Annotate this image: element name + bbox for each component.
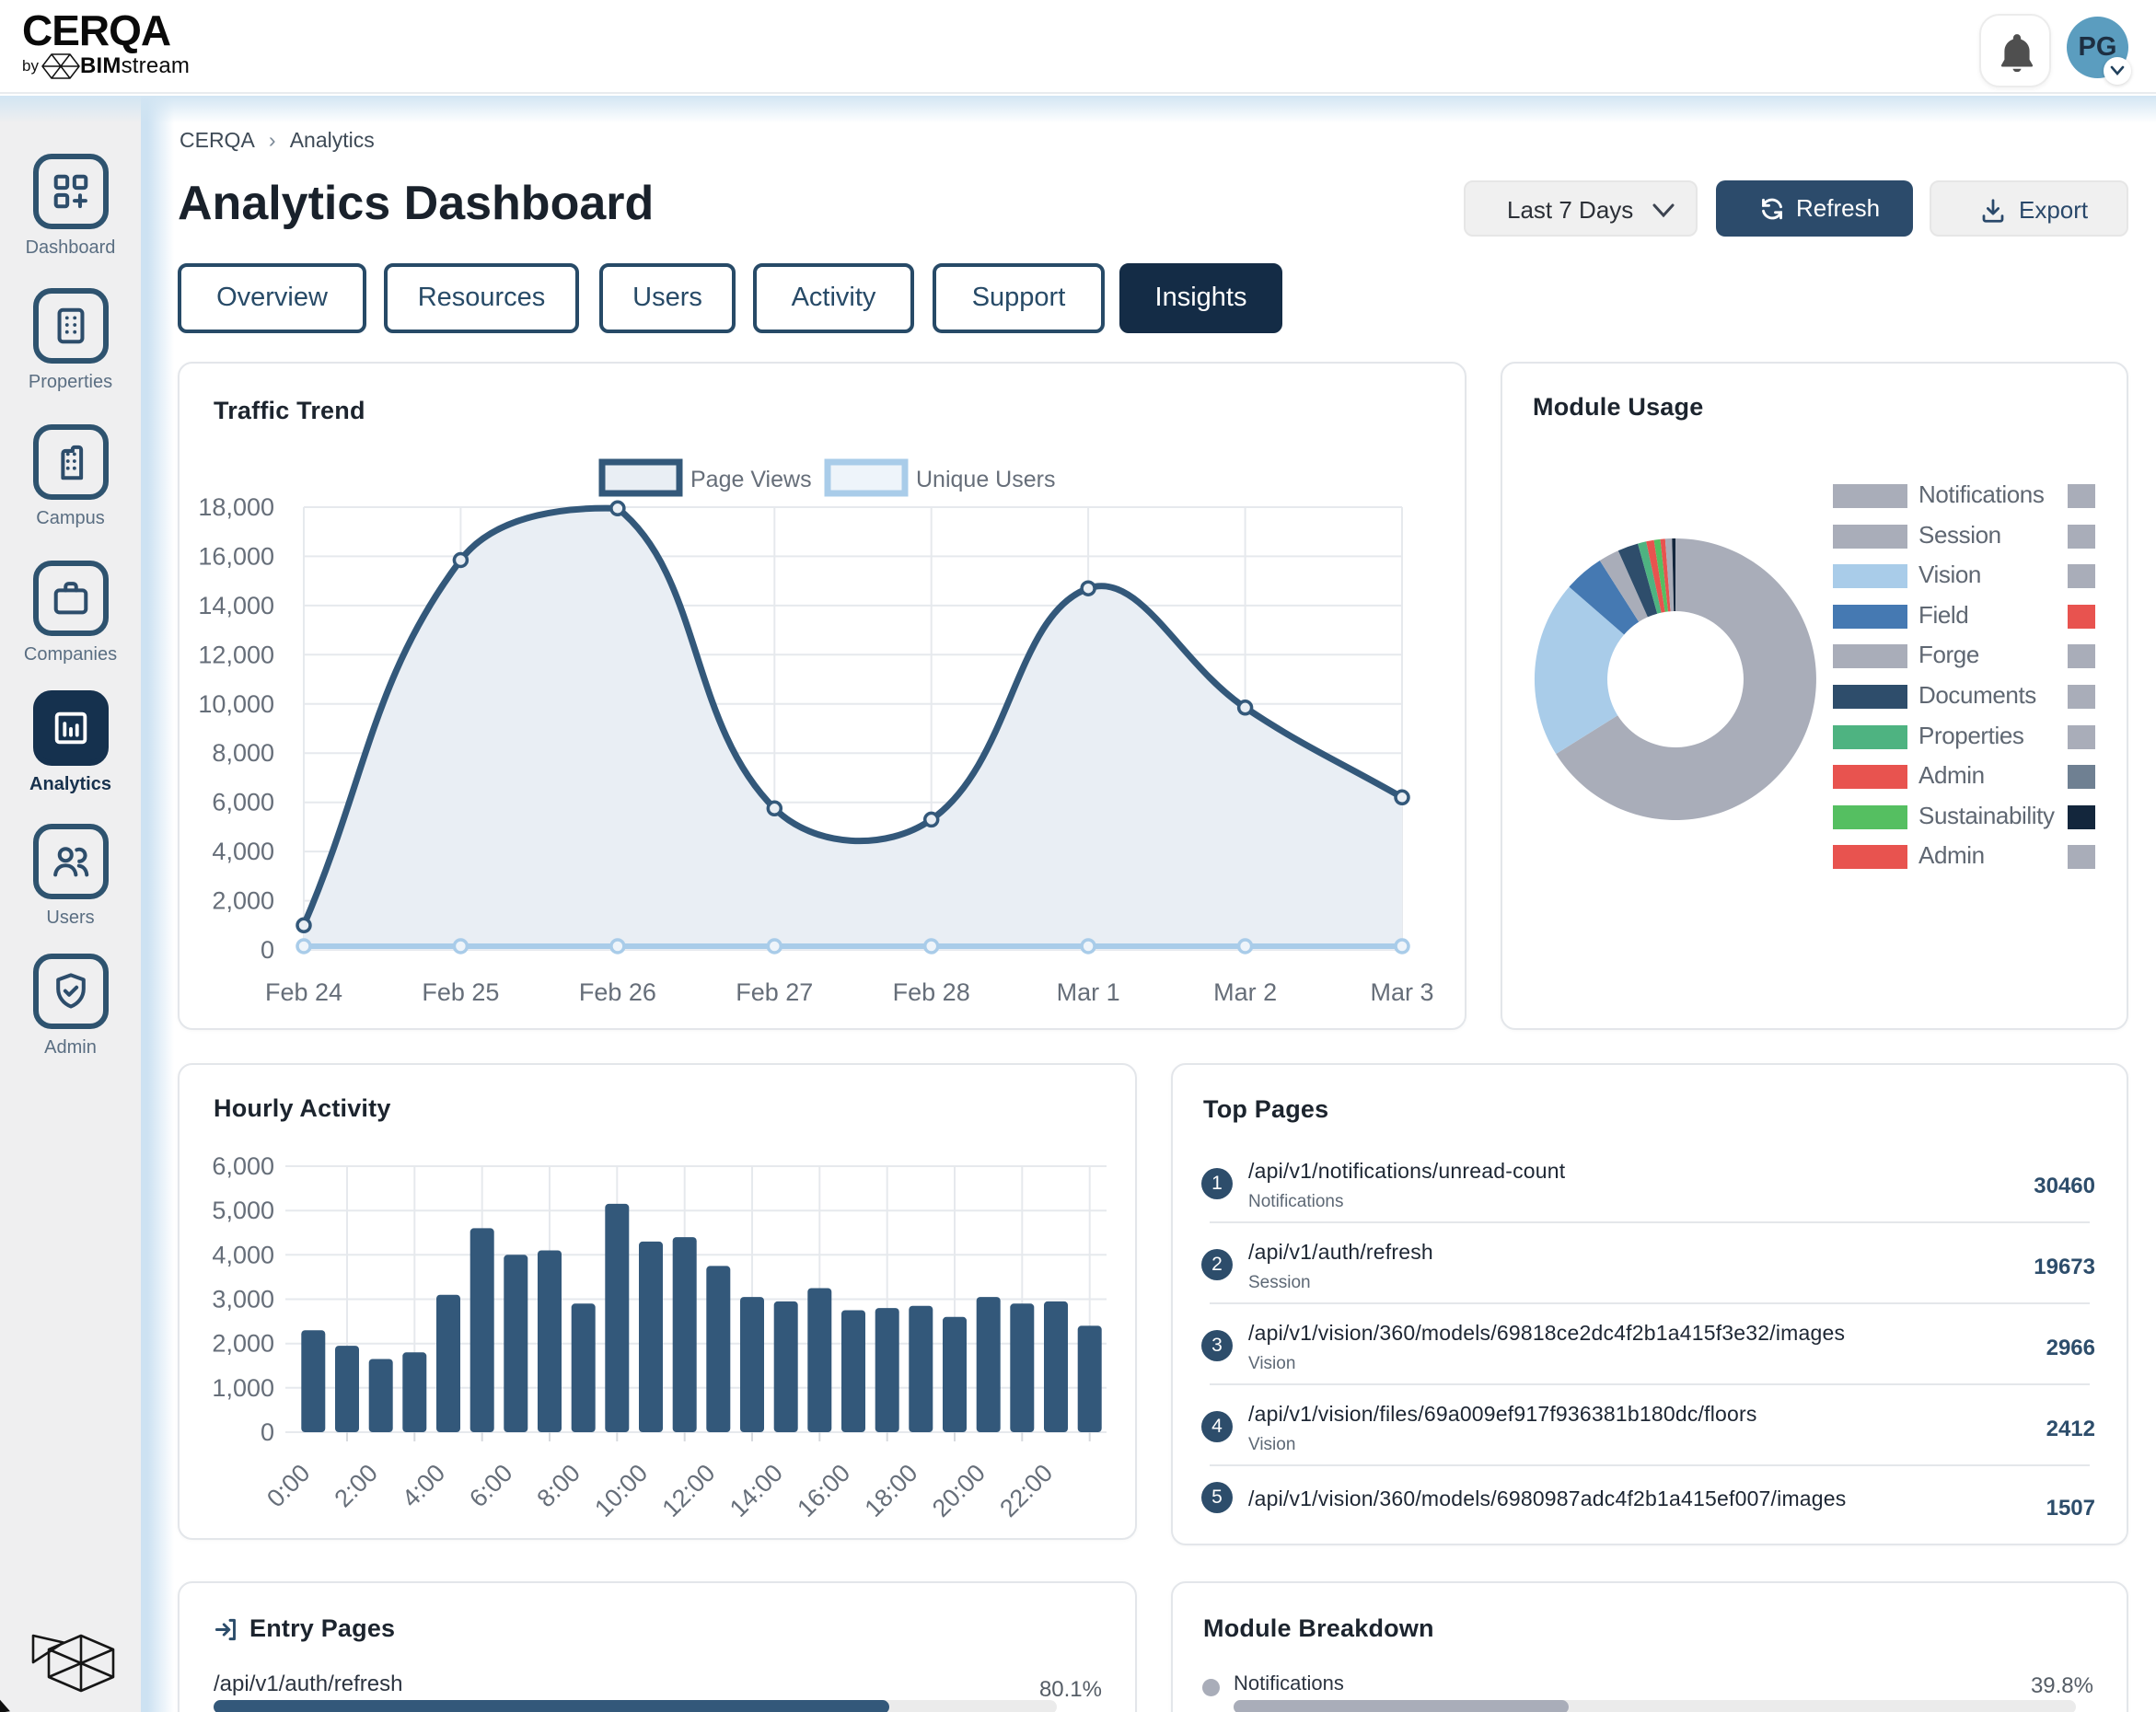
svg-text:3,000: 3,000 bbox=[212, 1286, 274, 1313]
svg-text:1,000: 1,000 bbox=[212, 1374, 274, 1402]
svg-text:Mar 2: Mar 2 bbox=[1213, 978, 1277, 1006]
svg-text:Feb 28: Feb 28 bbox=[893, 978, 970, 1006]
svg-text:4,000: 4,000 bbox=[212, 1241, 274, 1268]
svg-text:22:00: 22:00 bbox=[994, 1459, 1058, 1522]
svg-text:12,000: 12,000 bbox=[198, 641, 274, 668]
svg-text:Mar 1: Mar 1 bbox=[1057, 978, 1120, 1006]
svg-text:Feb 25: Feb 25 bbox=[422, 978, 499, 1006]
svg-text:8:00: 8:00 bbox=[532, 1459, 585, 1512]
svg-text:Mar 3: Mar 3 bbox=[1370, 978, 1433, 1006]
svg-text:6,000: 6,000 bbox=[212, 1152, 274, 1180]
svg-text:2:00: 2:00 bbox=[330, 1459, 383, 1512]
svg-text:8,000: 8,000 bbox=[212, 739, 274, 767]
svg-text:2,000: 2,000 bbox=[212, 887, 274, 915]
svg-text:Feb 24: Feb 24 bbox=[265, 978, 342, 1006]
svg-text:16,000: 16,000 bbox=[198, 542, 274, 570]
svg-text:0: 0 bbox=[261, 936, 274, 964]
svg-text:4:00: 4:00 bbox=[397, 1459, 450, 1512]
svg-text:6:00: 6:00 bbox=[464, 1459, 517, 1512]
svg-text:5,000: 5,000 bbox=[212, 1197, 274, 1224]
svg-text:4,000: 4,000 bbox=[212, 838, 274, 865]
svg-text:10,000: 10,000 bbox=[198, 690, 274, 718]
svg-text:Feb 26: Feb 26 bbox=[579, 978, 656, 1006]
svg-text:0: 0 bbox=[261, 1418, 274, 1446]
svg-text:20:00: 20:00 bbox=[927, 1459, 991, 1522]
svg-text:12:00: 12:00 bbox=[657, 1459, 721, 1522]
svg-text:Feb 27: Feb 27 bbox=[736, 978, 813, 1006]
svg-text:0:00: 0:00 bbox=[261, 1459, 315, 1512]
svg-text:Unique Users: Unique Users bbox=[916, 467, 1055, 492]
svg-text:16:00: 16:00 bbox=[792, 1459, 855, 1522]
svg-text:18,000: 18,000 bbox=[198, 493, 274, 521]
svg-text:14,000: 14,000 bbox=[198, 592, 274, 619]
svg-text:18:00: 18:00 bbox=[860, 1459, 923, 1522]
svg-text:10:00: 10:00 bbox=[589, 1459, 653, 1522]
svg-text:Page Views: Page Views bbox=[690, 467, 812, 492]
svg-text:6,000: 6,000 bbox=[212, 789, 274, 816]
svg-text:14:00: 14:00 bbox=[724, 1459, 788, 1522]
svg-text:2,000: 2,000 bbox=[212, 1330, 274, 1358]
